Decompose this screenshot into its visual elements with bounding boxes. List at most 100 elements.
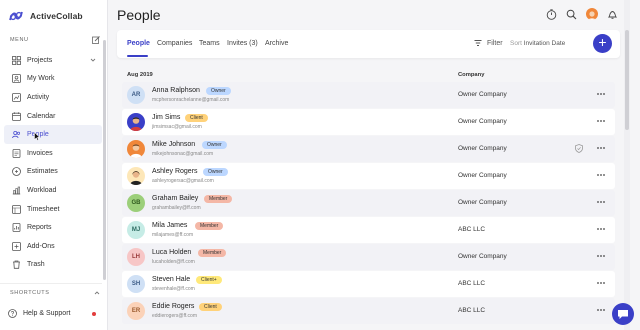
divider (0, 283, 102, 284)
sidebar-nav: Projects My Work Activity Calendar Peopl… (4, 51, 102, 274)
brand[interactable]: ActiveCollab (8, 7, 83, 25)
avatar: AR (127, 86, 145, 104)
notification-dot (92, 312, 96, 316)
person-email: ashleyrogersac@gmail.com (152, 178, 214, 184)
help-icon (8, 309, 17, 318)
sidebar-item-trash[interactable]: Trash (4, 256, 102, 275)
more-options-icon[interactable] (596, 144, 606, 152)
table-row[interactable]: SH Steven Hale Client+ stevenhale@ff.com… (122, 271, 615, 297)
reports-icon (12, 223, 21, 233)
more-options-icon[interactable] (596, 90, 606, 98)
active-tab-indicator (127, 55, 148, 57)
more-options-icon[interactable] (596, 198, 606, 206)
main-scrollbar[interactable] (625, 30, 629, 130)
sidebar-scrollbar[interactable] (103, 40, 106, 280)
sidebar-item-activity[interactable]: Activity (4, 88, 102, 107)
table-row[interactable]: Mike Johnson Owner mikejohnsonac@gmail.c… (122, 136, 615, 162)
sidebar-item-people[interactable]: People (4, 125, 102, 144)
person-company: ABC LLC (458, 307, 486, 314)
person-name[interactable]: Graham Bailey (152, 195, 198, 202)
menu-label: MENU (10, 37, 29, 43)
chevron-up-icon[interactable] (94, 290, 100, 296)
sidebar-item-label: Projects (27, 56, 53, 64)
mouse-cursor-icon (34, 132, 40, 141)
person-email: eddierogers@ff.com (152, 313, 198, 319)
avatar: LH (127, 248, 145, 266)
sidebar-item-timesheet[interactable]: Timesheet (4, 200, 102, 219)
person-company: Owner Company (458, 253, 507, 260)
sidebar-item-add-ons[interactable]: Add-Ons (4, 237, 102, 256)
activecollab-logo-icon (9, 11, 23, 21)
sidebar-item-label: Workload (27, 186, 57, 194)
person-icon (12, 74, 21, 84)
sidebar-item-invoices[interactable]: Invoices (4, 144, 102, 163)
person-name[interactable]: Jim Sims (152, 114, 180, 121)
person-name[interactable]: Eddie Rogers (152, 303, 194, 310)
table-row[interactable]: LH Luca Holden Member lucaholden@ff.com … (122, 244, 615, 270)
shortcuts-header[interactable]: SHORTCUTS (10, 290, 100, 296)
person-name[interactable]: Steven Hale (152, 276, 190, 283)
sidebar-item-label: Activity (27, 93, 50, 101)
filter-button[interactable]: Filter (474, 39, 503, 47)
person-email: grahambailey@ff.com (152, 205, 201, 211)
more-options-icon[interactable] (596, 306, 606, 314)
person-name[interactable]: Ashley Rogers (152, 168, 198, 175)
sidebar-item-projects[interactable]: Projects (4, 51, 102, 70)
person-name[interactable]: Anna Ralphson (152, 87, 200, 94)
role-badge: Owner (202, 141, 227, 149)
person-name[interactable]: Mila James (152, 222, 187, 229)
tabs-bar: People Companies Teams Invites (3) Archi… (117, 30, 620, 58)
bell-icon[interactable] (607, 9, 618, 20)
help-support-item[interactable]: Help & Support (8, 309, 100, 318)
sidebar: ActiveCollab MENU Projects My Work Activ… (0, 0, 108, 330)
more-options-icon[interactable] (596, 225, 606, 233)
role-badge: Owner (206, 87, 231, 95)
table-row[interactable]: MJ Mila James Member milajames@ff.com AB… (122, 217, 615, 243)
tab-companies[interactable]: Companies (157, 40, 192, 47)
top-toolbar (546, 8, 618, 20)
table-row[interactable]: ER Eddie Rogers Client eddierogers@ff.co… (122, 298, 615, 324)
table-row[interactable]: AR Anna Ralphson Owner mcphersonrachelan… (122, 82, 615, 108)
group-label: Aug 2019 (127, 72, 153, 78)
sidebar-item-my-work[interactable]: My Work (4, 70, 102, 89)
search-icon[interactable] (566, 9, 577, 20)
more-options-icon[interactable] (596, 171, 606, 179)
shortcuts-label: SHORTCUTS (10, 290, 50, 296)
sidebar-item-reports[interactable]: Reports (4, 218, 102, 237)
role-badge: Owner (203, 168, 228, 176)
add-person-button[interactable]: + (593, 34, 612, 53)
tab-people[interactable]: People (127, 40, 150, 47)
sidebar-item-estimates[interactable]: Estimates (4, 163, 102, 182)
sort-dropdown[interactable]: Sort Invitation Date (510, 40, 565, 47)
more-options-icon[interactable] (596, 117, 606, 125)
chat-button[interactable] (612, 303, 634, 325)
tab-invites[interactable]: Invites (3) (227, 40, 258, 47)
sidebar-item-workload[interactable]: Workload (4, 181, 102, 200)
column-header-company[interactable]: Company (458, 72, 484, 78)
sidebar-item-label: Add-Ons (27, 242, 55, 250)
edit-menu-icon[interactable] (92, 36, 100, 44)
person-name[interactable]: Mike Johnson (152, 141, 195, 148)
chevron-down-icon[interactable] (90, 57, 96, 63)
sort-value: Invitation Date (523, 40, 566, 47)
menu-header: MENU (10, 36, 100, 44)
stopwatch-icon[interactable] (546, 8, 557, 20)
table-row[interactable]: Ashley Rogers Owner ashleyrogersac@gmail… (122, 163, 615, 189)
user-avatar[interactable] (586, 8, 598, 20)
tab-teams[interactable]: Teams (199, 40, 220, 47)
table-row[interactable]: Jim Sims Client jimsimsac@gmail.com Owne… (122, 109, 615, 135)
workload-icon (12, 186, 21, 195)
sidebar-item-calendar[interactable]: Calendar (4, 107, 102, 126)
table-row[interactable]: GB Graham Bailey Member grahambailey@ff.… (122, 190, 615, 216)
more-options-icon[interactable] (596, 279, 606, 287)
person-name[interactable]: Luca Holden (152, 249, 191, 256)
avatar: MJ (127, 221, 145, 239)
person-company: ABC LLC (458, 226, 486, 233)
more-options-icon[interactable] (596, 252, 606, 260)
role-badge: Member (204, 195, 233, 203)
avatar: ER (127, 302, 145, 320)
person-email: mikejohnsonac@gmail.com (152, 151, 214, 157)
tab-archive[interactable]: Archive (265, 40, 288, 47)
sidebar-item-label: Trash (27, 261, 45, 269)
people-icon (12, 131, 21, 139)
